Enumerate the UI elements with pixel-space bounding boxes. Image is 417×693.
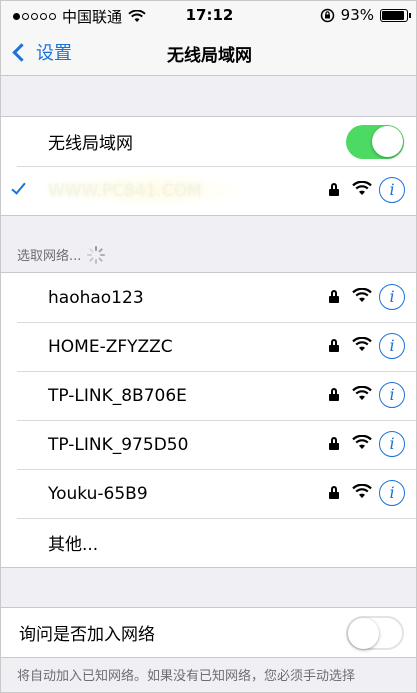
toggle-knob — [348, 618, 379, 649]
wifi-signal-icon — [352, 181, 372, 195]
info-icon[interactable]: i — [379, 284, 405, 310]
connected-network-name: WWW.PC841.COM — [48, 180, 202, 201]
battery-percent: 93% — [340, 6, 374, 24]
choose-network-label: 选取网络... — [17, 249, 82, 264]
ask-join-label: 询问是否加入网络 — [19, 625, 155, 645]
other-network-row[interactable]: 其他... — [1, 518, 416, 567]
wifi-group: 无线局域网 WWW.PC841.COM i — [1, 116, 416, 216]
lock-icon — [329, 486, 339, 499]
info-icon[interactable]: i — [379, 333, 405, 359]
ask-join-group: 询问是否加入网络 — [1, 607, 416, 658]
wifi-signal-icon — [352, 484, 372, 498]
wifi-toggle-label: 无线局域网 — [48, 134, 133, 154]
lock-icon — [329, 437, 339, 450]
network-row[interactable]: TP-LINK_8B706E i — [1, 371, 416, 420]
toggle-knob — [372, 126, 403, 157]
network-row[interactable]: HOME-ZFYZZC i — [1, 322, 416, 371]
network-name: TP-LINK_8B706E — [48, 385, 187, 406]
status-right: 93% — [320, 6, 411, 24]
footer-note: 将自动加入已知网络。如果没有已知网络，您必须手动选择 — [17, 669, 356, 684]
loading-spinner-icon — [87, 245, 106, 264]
choose-network-header: 选取网络... — [17, 245, 106, 264]
screen: 中国联通 17:12 93% 设置 无线局域网 无线局域网 WWW.PC841.… — [0, 0, 417, 693]
wifi-signal-icon — [352, 435, 372, 449]
wifi-signal-icon — [352, 337, 372, 351]
wifi-signal-icon — [352, 288, 372, 302]
status-bar: 中国联通 17:12 93% — [1, 1, 416, 31]
network-name: haohao123 — [48, 287, 144, 308]
network-row[interactable]: Youku-65B9 i — [1, 469, 416, 518]
network-row[interactable]: haohao123 i — [1, 273, 416, 322]
lock-icon — [329, 290, 339, 303]
network-name: HOME-ZFYZZC — [48, 336, 173, 357]
wifi-toggle-switch[interactable] — [346, 125, 404, 159]
checkmark-icon — [11, 179, 26, 195]
info-icon[interactable]: i — [379, 431, 405, 457]
lock-icon — [329, 339, 339, 352]
info-icon[interactable]: i — [379, 177, 405, 203]
page-title: 无线局域网 — [167, 46, 252, 66]
navigation-bar: 设置 无线局域网 — [1, 31, 416, 76]
wifi-signal-icon — [352, 386, 372, 400]
lock-icon — [329, 388, 339, 401]
info-icon[interactable]: i — [379, 382, 405, 408]
ask-join-row: 询问是否加入网络 — [1, 608, 416, 657]
ask-join-toggle-switch[interactable] — [346, 616, 404, 650]
lock-icon — [329, 183, 339, 196]
network-row[interactable]: TP-LINK_975D50 i — [1, 420, 416, 469]
other-network-label: 其他... — [48, 535, 99, 555]
info-icon[interactable]: i — [379, 480, 405, 506]
connected-network-row[interactable]: WWW.PC841.COM i — [1, 166, 416, 215]
orientation-lock-icon — [320, 8, 334, 22]
network-name: Youku-65B9 — [48, 483, 148, 504]
wifi-toggle-row: 无线局域网 — [1, 117, 416, 166]
battery-fill — [382, 10, 405, 20]
network-name: TP-LINK_975D50 — [48, 434, 189, 455]
network-list: haohao123 i HOME-ZFYZZC i TP-LINK_8B706E — [1, 272, 416, 568]
battery-icon — [380, 8, 411, 22]
